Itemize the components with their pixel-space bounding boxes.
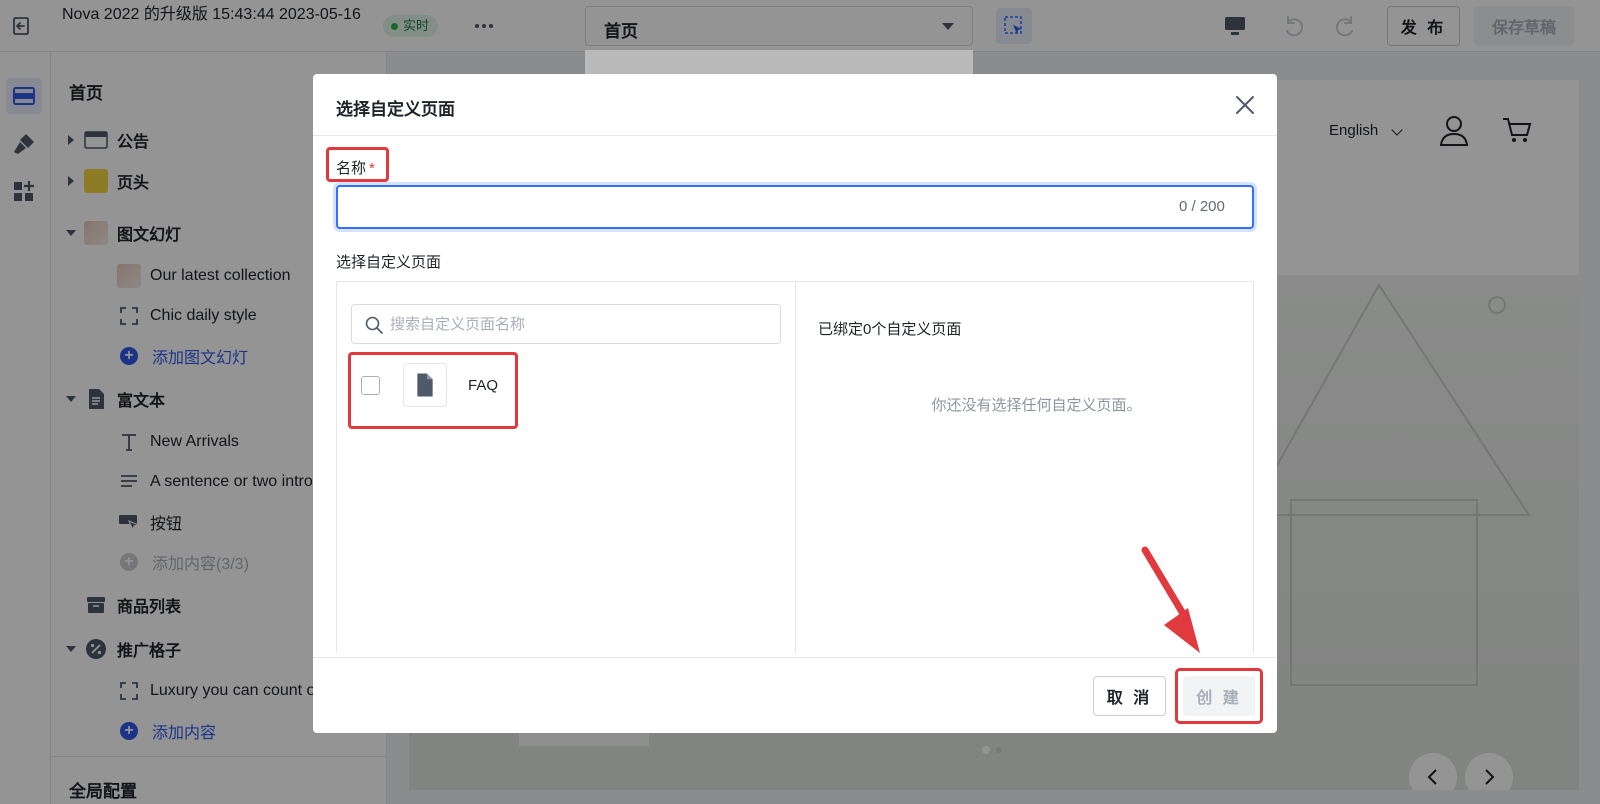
page-option-label: FAQ [468,377,499,394]
dialog-header: 选择自定义页面 [313,74,1277,136]
page-option-faq[interactable]: FAQ [348,352,518,429]
create-button[interactable]: 创 建 [1183,676,1255,716]
name-input[interactable] [336,185,1254,229]
close-icon[interactable] [1232,92,1258,118]
page-search-box[interactable] [351,304,781,344]
page-transfer-panel: FAQ 已绑定0个自定义页面 你还没有选择任何自定义页面。 [336,281,1254,654]
dialog-title: 选择自定义页面 [336,100,455,119]
name-label-text: 名称 [336,160,367,177]
name-field-label: 名称 * [336,157,375,178]
annotation-highlight-box: 创 建 [1175,668,1263,724]
pick-page-label: 选择自定义页面 [336,254,442,271]
file-icon [417,373,433,397]
annotation-arrow-icon [1141,546,1200,653]
required-mark: * [369,160,375,177]
bound-pages-title: 已绑定0个自定义页面 [818,321,962,338]
cancel-button[interactable]: 取 消 [1093,676,1166,716]
page-thumb [403,363,447,407]
panel-divider [795,282,796,654]
name-char-counter: 0 / 200 [1179,198,1225,215]
bound-pages-empty-text: 你还没有选择任何自定义页面。 [931,397,1142,414]
page-search-input[interactable] [390,305,770,343]
faq-checkbox[interactable] [361,376,380,395]
search-icon [365,316,383,334]
